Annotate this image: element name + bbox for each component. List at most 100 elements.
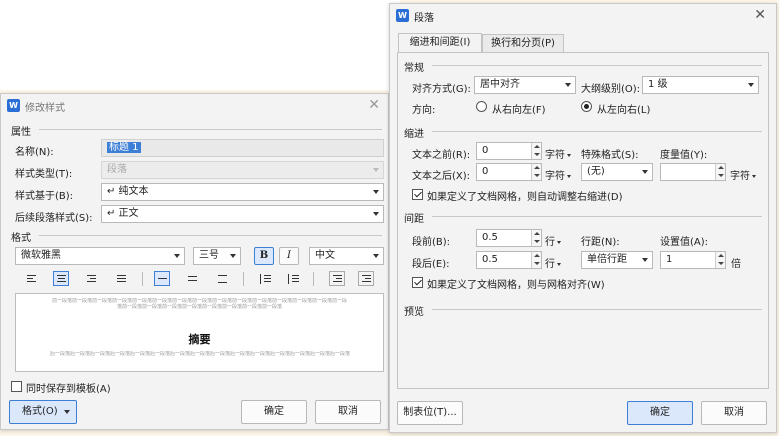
measure-input[interactable]: [660, 163, 726, 181]
spinner-icon[interactable]: [531, 252, 541, 268]
toolbar-separator: [313, 272, 314, 286]
spinner-icon[interactable]: [531, 143, 541, 159]
wps-logo-icon: W: [7, 99, 20, 112]
based-label: 样式基于(B):: [15, 191, 74, 202]
style-type-select: 段落: [101, 161, 384, 179]
justify-icon[interactable]: [113, 271, 129, 286]
italic-button[interactable]: I: [279, 247, 299, 265]
language-select[interactable]: 中文: [309, 247, 384, 265]
measure-unit[interactable]: 字符: [730, 167, 756, 182]
ok-button[interactable]: 确定: [627, 401, 693, 425]
tab-line-page-breaks[interactable]: 换行和分页(P): [482, 34, 564, 52]
indent-heading: 缩进: [404, 129, 424, 140]
alignment-select[interactable]: 居中对齐: [474, 76, 576, 94]
line-spacing-label: 行距(N):: [581, 237, 620, 248]
single-spacing-icon[interactable]: [154, 271, 170, 286]
ok-button[interactable]: 确定: [241, 400, 307, 424]
chevron-down-icon: [64, 410, 70, 414]
format-menu-button[interactable]: 格式(O): [9, 400, 77, 424]
modify-style-dialog: W 修改样式 ✕ 属性 名称(N): 标题 1 样式类型(T): 段落 样式基于…: [0, 93, 389, 430]
tabs-button[interactable]: 制表位(T)...: [397, 401, 463, 425]
snap-grid-label: 如果定义了文档网格，则与网格对齐(W): [427, 280, 605, 291]
divider: [432, 65, 762, 66]
chevron-down-icon: [373, 168, 379, 172]
divider: [39, 129, 382, 130]
save-template-label: 同时保存到模板(A): [26, 384, 111, 395]
tab-indent-spacing[interactable]: 缩进和间距(I): [398, 33, 482, 52]
chevron-down-icon: [565, 83, 571, 87]
align-right-icon[interactable]: [83, 271, 99, 286]
preview-heading: 预览: [404, 307, 424, 318]
space-before-unit[interactable]: 行: [545, 233, 561, 248]
chevron-down-icon: [748, 83, 754, 87]
snap-grid-checkbox[interactable]: [412, 277, 423, 288]
based-on-select[interactable]: ↵ 纯文本: [101, 183, 384, 201]
save-template-checkbox[interactable]: [11, 381, 22, 392]
spinner-icon[interactable]: [715, 164, 725, 180]
close-icon[interactable]: ✕: [754, 8, 766, 22]
paragraph-dialog: W 段落 ✕ 缩进和间距(I) 换行和分页(P) 常规 对齐方式(G): 居中对…: [389, 3, 777, 433]
ltr-label: 从左向右(L): [597, 105, 651, 116]
outline-label: 大纲级别(O):: [581, 84, 641, 95]
chevron-down-icon: [373, 212, 379, 216]
after-text-input[interactable]: 0: [476, 163, 542, 181]
toolbar-separator: [243, 272, 244, 286]
size-select[interactable]: 三号: [193, 247, 241, 265]
ltr-radio[interactable]: [581, 101, 592, 112]
one-half-spacing-icon[interactable]: [184, 271, 200, 286]
line-spacing-select[interactable]: 单倍行距: [581, 251, 653, 269]
before-text-input[interactable]: 0: [476, 142, 542, 160]
chevron-down-icon: [230, 254, 236, 258]
cancel-button[interactable]: 取消: [701, 401, 767, 425]
increase-indent-icon[interactable]: [358, 271, 374, 286]
rtl-label: 从右向左(F): [492, 105, 546, 116]
modify-style-titlebar: W 修改样式 ✕: [1, 94, 388, 116]
align-label: 对齐方式(G):: [412, 84, 471, 95]
auto-indent-checkbox[interactable]: [412, 189, 423, 200]
spinner-icon[interactable]: [715, 252, 725, 268]
after-text-unit[interactable]: 字符: [545, 167, 571, 182]
paragraph-title: 段落: [414, 13, 434, 24]
bold-button[interactable]: B: [254, 247, 274, 265]
spinner-icon[interactable]: [531, 164, 541, 180]
rtl-radio[interactable]: [476, 101, 487, 112]
space-after-input[interactable]: 0.5: [476, 251, 542, 269]
chevron-down-icon: [373, 254, 379, 258]
align-center-icon[interactable]: [53, 271, 69, 286]
align-left-icon[interactable]: [23, 271, 39, 286]
name-value: 标题 1: [107, 142, 141, 153]
decrease-indent-icon[interactable]: [329, 271, 345, 286]
space-before-icon[interactable]: [257, 271, 273, 286]
double-spacing-icon[interactable]: [214, 271, 230, 286]
document-background: [0, 0, 400, 90]
space-after-unit[interactable]: 行: [545, 255, 561, 270]
follow-style-value: ↵ 正文: [107, 208, 139, 219]
set-value-unit: 倍: [731, 259, 741, 270]
auto-indent-label: 如果定义了文档网格，则自动调整右缩进(D): [427, 192, 623, 203]
name-input[interactable]: 标题 1: [101, 139, 384, 157]
spinner-icon[interactable]: [531, 230, 541, 246]
divider: [432, 131, 762, 132]
before-text-unit[interactable]: 字符: [545, 146, 571, 161]
format-menu-label: 格式(O): [22, 406, 58, 417]
spacing-heading: 间距: [404, 214, 424, 225]
size-value: 三号: [199, 250, 219, 261]
style-type-value: 段落: [107, 164, 127, 175]
chevron-down-icon: [642, 170, 648, 174]
set-value-input[interactable]: 1: [660, 251, 726, 269]
chevron-down-icon: [642, 258, 648, 262]
close-icon[interactable]: ✕: [368, 98, 380, 112]
set-value-value: 1: [666, 254, 673, 265]
space-before-input[interactable]: 0.5: [476, 229, 542, 247]
preview-next-paragraph: 后一段落后一段落后一段落后一段落后一段落后一段落后一段落后一段落后一段落后一段落…: [50, 351, 351, 357]
cancel-button[interactable]: 取消: [315, 400, 381, 424]
follow-label: 后续段落样式(S):: [15, 213, 93, 224]
font-select[interactable]: 微软雅黑: [15, 247, 185, 265]
follow-style-select[interactable]: ↵ 正文: [101, 205, 384, 223]
measure-label: 度量值(Y):: [660, 150, 708, 161]
set-value-label: 设置值(A):: [660, 237, 709, 248]
line-spacing-value: 单倍行距: [587, 254, 627, 265]
special-format-select[interactable]: (无): [581, 163, 653, 181]
space-after-icon[interactable]: [285, 271, 301, 286]
outline-level-select[interactable]: 1 级: [642, 76, 759, 94]
